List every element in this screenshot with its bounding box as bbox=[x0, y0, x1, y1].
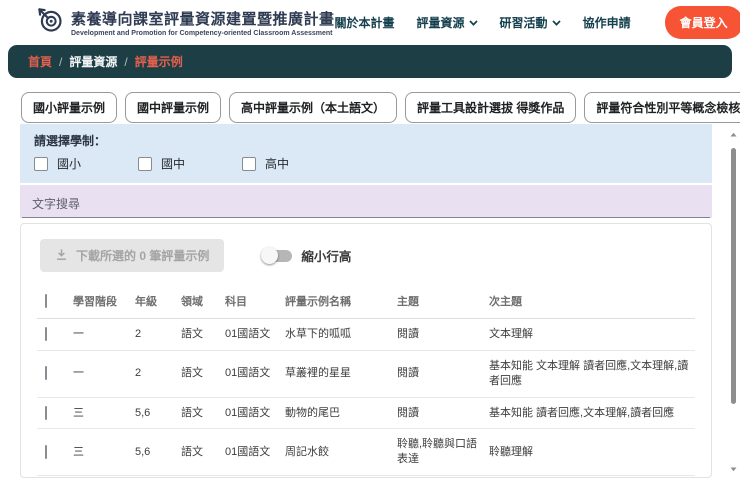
content-area: 請選擇學制： 國小 國中 高中 文字搜尋 下載所選的 0 筆評量示例 縮小行高 … bbox=[20, 124, 712, 478]
col-name: 評量示例名稱 bbox=[281, 284, 393, 319]
toggle-knob[interactable] bbox=[261, 247, 279, 264]
scroll-up-icon[interactable] bbox=[730, 124, 737, 142]
scrollbar-thumb[interactable] bbox=[731, 148, 736, 404]
nav-assessment-resources[interactable]: 評量資源 bbox=[417, 14, 478, 31]
checkbox-icon[interactable] bbox=[242, 156, 256, 171]
tab-award-works[interactable]: 評量工具設計選拔 得獎作品 bbox=[405, 92, 577, 123]
top-header: 素養導向課室評量資源建置暨推廣計畫 Development and Promot… bbox=[0, 0, 740, 42]
row-checkbox[interactable] bbox=[45, 444, 47, 459]
toggle-label: 縮小行高 bbox=[301, 250, 352, 264]
text-search-section bbox=[20, 185, 712, 218]
download-icon bbox=[55, 248, 68, 264]
member-login-button[interactable]: 會員登入 bbox=[664, 5, 740, 39]
table-row: 一 2 語文 01國語文 草叢裡的星星 閱讀 基本知能 文本理解 讀者回應,文本… bbox=[37, 350, 695, 398]
text-search-input[interactable] bbox=[22, 185, 710, 218]
table-row: 三 5,6 語文 01國語文 周記水餃 聆聽,聆聽與口語表達 聆聽理解 bbox=[37, 428, 695, 477]
col-subtopic: 次主題 bbox=[485, 284, 695, 319]
checkbox-senior-high[interactable]: 高中 bbox=[242, 155, 346, 172]
col-domain: 領域 bbox=[177, 284, 221, 319]
main-nav: 關於本計畫 評量資源 研習活動 協作申請 會員登入 bbox=[335, 5, 740, 39]
table-toolbar: 下載所選的 0 筆評量示例 縮小行高 bbox=[37, 237, 695, 284]
col-stage: 學習階段 bbox=[69, 284, 131, 319]
tab-gender-equality-checklist[interactable]: 評量符合性別平等概念檢核表 bbox=[584, 92, 740, 123]
breadcrumb-separator: / bbox=[59, 54, 63, 69]
table-row: 三 5,6 語文 01國語文 動物的尾巴 閱讀 基本知能 讀者回應,文本理解,讀… bbox=[37, 397, 695, 430]
site-subtitle: Development and Promotion for Competency… bbox=[71, 29, 333, 37]
breadcrumb-resources[interactable]: 評量資源 bbox=[69, 53, 117, 70]
toggle-track[interactable] bbox=[261, 247, 293, 264]
scrollbar-track[interactable] bbox=[728, 142, 739, 459]
filter-label: 請選擇學制： bbox=[34, 134, 107, 148]
row-checkbox[interactable] bbox=[45, 366, 47, 381]
checkbox-icon[interactable] bbox=[138, 156, 152, 171]
nav-workshops[interactable]: 研習活動 bbox=[500, 14, 561, 31]
chevron-down-icon bbox=[551, 15, 561, 29]
nav-about[interactable]: 關於本計畫 bbox=[335, 14, 395, 31]
row-checkbox[interactable] bbox=[45, 327, 47, 341]
download-selected-button[interactable]: 下載所選的 0 筆評量示例 bbox=[40, 239, 225, 272]
checkbox-junior-high[interactable]: 國中 bbox=[138, 155, 242, 172]
tab-elementary-examples[interactable]: 國小評量示例 bbox=[21, 92, 118, 123]
vertical-scrollbar[interactable] bbox=[728, 124, 739, 477]
checkbox-elementary[interactable]: 國小 bbox=[34, 155, 138, 172]
breadcrumb: 首頁 / 評量資源 / 評量示例 bbox=[8, 45, 732, 78]
examples-table-panel: 下載所選的 0 筆評量示例 縮小行高 學習階段 年級 領域 科目 評量示例名稱 bbox=[20, 223, 712, 478]
col-grade: 年級 bbox=[131, 284, 177, 319]
tab-junior-high-examples[interactable]: 國中評量示例 bbox=[125, 92, 222, 123]
chevron-down-icon bbox=[468, 15, 478, 29]
tab-senior-high-examples[interactable]: 高中評量示例（本土語文） bbox=[229, 92, 398, 123]
table-header-row: 學習階段 年級 領域 科目 評量示例名稱 主題 次主題 bbox=[37, 284, 695, 319]
select-all-checkbox[interactable] bbox=[45, 294, 47, 308]
breadcrumb-home[interactable]: 首頁 bbox=[28, 53, 52, 70]
nav-collaboration[interactable]: 協作申請 bbox=[583, 14, 631, 31]
checkbox-icon[interactable] bbox=[34, 156, 48, 171]
school-level-filter: 請選擇學制： 國小 國中 高中 bbox=[20, 124, 712, 183]
col-topic: 主題 bbox=[393, 284, 485, 319]
site-title: 素養導向課室評量資源建置暨推廣計畫 bbox=[71, 10, 335, 28]
table-row: 一 2 語文 01國語文 水草下的呱呱 閱讀 文本理解 bbox=[37, 318, 695, 351]
scroll-down-icon[interactable] bbox=[730, 459, 737, 477]
examples-table: 學習階段 年級 領域 科目 評量示例名稱 主題 次主題 一 2 語文 01國語文… bbox=[37, 284, 695, 477]
compact-rows-toggle[interactable]: 縮小行高 bbox=[261, 246, 352, 265]
category-tabs: 國小評量示例 國中評量示例 高中評量示例（本土語文） 評量工具設計選拔 得獎作品… bbox=[0, 78, 740, 123]
site-logo[interactable]: 素養導向課室評量資源建置暨推廣計畫 Development and Promot… bbox=[36, 6, 335, 38]
breadcrumb-current: 評量示例 bbox=[134, 55, 183, 69]
col-subject: 科目 bbox=[221, 284, 281, 319]
row-checkbox[interactable] bbox=[45, 405, 47, 420]
target-bullseye-icon bbox=[36, 6, 63, 38]
breadcrumb-separator: / bbox=[124, 54, 128, 69]
